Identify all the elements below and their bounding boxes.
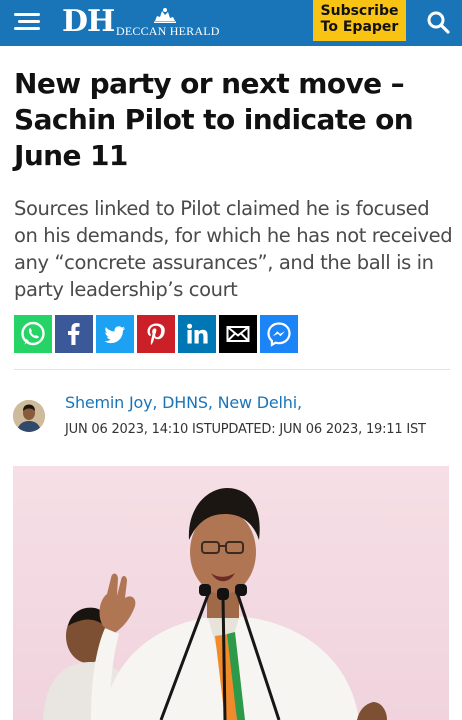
messenger-share-button[interactable] — [260, 315, 298, 353]
article-headline: New party or next move – Sachin Pilot to… — [14, 67, 414, 172]
whatsapp-share-button[interactable] — [14, 315, 52, 353]
pinterest-share-button[interactable] — [137, 315, 175, 353]
whatsapp-icon — [21, 321, 45, 346]
linkedin-share-button[interactable] — [178, 315, 216, 353]
share-bar — [14, 315, 298, 353]
search-icon[interactable] — [424, 8, 452, 36]
twitter-icon — [104, 326, 125, 344]
article-lead-image[interactable] — [13, 466, 449, 720]
author-avatar[interactable] — [13, 400, 45, 432]
site-header: DH DECCAN HERALD Subscribe To Epaper — [0, 0, 462, 46]
logo-name: DECCAN HERALD — [116, 24, 220, 38]
avatar-portrait-image — [13, 400, 45, 432]
author-link[interactable]: Shemin Joy, DHNS, New Delhi, — [65, 393, 302, 412]
subscribe-label-line1: Subscribe — [320, 3, 399, 19]
twitter-share-button[interactable] — [96, 315, 134, 353]
subscribe-label-line2: To Epaper — [320, 19, 399, 35]
facebook-share-button[interactable] — [55, 315, 93, 353]
email-share-button[interactable] — [219, 315, 257, 353]
byline-divider — [14, 369, 450, 370]
logo-mark: DH — [62, 4, 115, 39]
facebook-icon — [68, 323, 80, 345]
emblem-icon — [154, 8, 176, 23]
pinterest-icon — [147, 323, 165, 345]
email-icon — [226, 326, 250, 342]
speaker-photo — [13, 466, 449, 720]
subscribe-epaper-button[interactable]: Subscribe To Epaper — [313, 0, 406, 41]
hamburger-menu-icon[interactable] — [12, 11, 40, 33]
article-dateline: JUN 06 2023, 14:10 ISTUPDATED: JUN 06 20… — [65, 422, 426, 437]
messenger-icon — [267, 322, 291, 347]
linkedin-icon — [187, 323, 208, 344]
article-summary: Sources linked to Pilot claimed he is fo… — [14, 197, 453, 301]
